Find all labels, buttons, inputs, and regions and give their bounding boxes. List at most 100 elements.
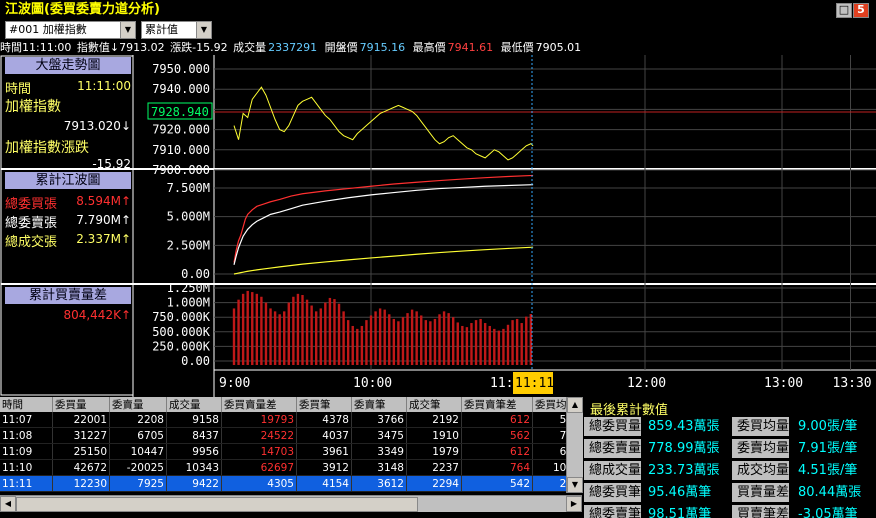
diff-bar — [420, 315, 423, 365]
diff-bar — [296, 293, 300, 365]
table-cell: 14703 — [221, 443, 297, 460]
column-header[interactable]: 成交筆 — [406, 397, 462, 412]
column-header[interactable]: 委賣筆 — [351, 397, 407, 412]
y-tick-label: 7.500M — [167, 181, 210, 195]
column-header[interactable]: 委買均 — [532, 397, 566, 412]
diff-bar — [351, 325, 354, 365]
chevron-down-icon[interactable]: ▼ — [196, 22, 211, 38]
index-line — [233, 86, 534, 161]
summary-label: 總委買量 — [584, 417, 641, 436]
table-cell: 1979 — [406, 443, 462, 460]
table-row[interactable]: 11:09 25150 10447 9956 14703 3961 3349 1979 612 6… — [0, 443, 566, 460]
total-sell-line — [233, 184, 534, 265]
diff-bar — [255, 293, 259, 365]
diff-bar — [378, 308, 382, 365]
column-header[interactable]: 委買賣量差 — [221, 397, 297, 412]
table-cell: 2294 — [406, 475, 462, 492]
table-cell: -20025 — [109, 459, 167, 476]
diff-bar — [438, 314, 441, 365]
title-bar: 江波圖(委買委賣力道分析) □ 5 — [0, 0, 876, 19]
column-header[interactable]: 委買筆 — [296, 397, 352, 412]
chevron-down-icon[interactable]: ▼ — [120, 22, 135, 38]
scroll-up-icon[interactable]: ▲ — [567, 397, 583, 413]
diff-bar — [479, 318, 482, 365]
diff-bar — [260, 296, 263, 365]
diff-bar — [497, 330, 501, 365]
summary-panel: 最後累計數值 總委買量 859.43萬張 委買均量 9.00張/筆 總委賣量 778.99… — [584, 397, 876, 518]
summary-value: 778.99萬張 — [648, 441, 720, 456]
diff-bar — [328, 297, 332, 365]
table-cell: 3612 — [351, 475, 407, 492]
table-row[interactable]: 11:10 42672 -20025 10343 62697 3912 3148 2237 76… — [0, 459, 566, 476]
x-tick-label: 9:00 — [219, 376, 250, 391]
table-cell: 612 — [461, 412, 533, 428]
table-row[interactable]: 11:072200122089158197934378376621926125.… — [0, 412, 566, 428]
summary-value: 7.91張/筆 — [798, 441, 858, 456]
diff-bar — [502, 328, 505, 365]
diff-bar — [346, 320, 350, 365]
column-header[interactable]: 時間 — [0, 397, 53, 412]
diff-bar — [511, 320, 514, 365]
diff-bar — [397, 321, 400, 365]
summary-value: 95.46萬筆 — [648, 485, 712, 500]
scroll-right-icon[interactable]: ▶ — [566, 496, 582, 512]
column-header[interactable]: 成交量 — [166, 397, 222, 412]
diff-bar — [442, 311, 446, 365]
symbol-select[interactable]: #001 加權指數 ▼ — [5, 21, 136, 39]
summary-label: 成交均量 — [732, 461, 789, 480]
restore-button[interactable]: □ — [836, 3, 852, 18]
diff-bar — [374, 311, 377, 365]
diff-bar — [241, 293, 245, 365]
info-low-label: 最低價 — [500, 41, 534, 54]
diff-bar — [301, 295, 304, 365]
diff-bar — [392, 318, 396, 365]
table-cell: 10343 — [166, 459, 222, 476]
table-cell: 9422 — [166, 475, 222, 492]
diff-bar — [269, 308, 272, 365]
scroll-thumb[interactable] — [16, 497, 418, 512]
column-header[interactable]: 委買賣筆差 — [461, 397, 533, 412]
table-row[interactable]: 11:083122767058437245224037347519105627.… — [0, 427, 566, 444]
y-tick-label: 7900.000 — [152, 163, 210, 177]
y-tick-label: 7920.000 — [152, 123, 210, 137]
table-cell: 10447 — [109, 443, 167, 460]
diff-bar — [410, 309, 414, 365]
table-horizontal-scrollbar[interactable]: ◀ ▶ — [0, 495, 582, 512]
column-header[interactable]: 委賣量 — [109, 397, 167, 412]
scroll-left-icon[interactable]: ◀ — [0, 496, 16, 512]
summary-label: 總委賣量 — [584, 439, 641, 458]
app-badge-button[interactable]: 5 — [853, 3, 869, 18]
info-index: 指數值↓7913.02 — [76, 41, 165, 54]
diff-bar — [383, 309, 386, 365]
diff-bar — [337, 303, 341, 365]
y-tick-label: 5.000M — [167, 210, 210, 224]
table-cell: 24522 — [221, 427, 297, 444]
info-high: 7941.61 — [447, 41, 494, 54]
info-open: 7915.16 — [359, 41, 406, 54]
diff-bar — [433, 318, 437, 365]
scroll-down-icon[interactable]: ▼ — [567, 477, 583, 493]
y-tick-label: 1.250M — [167, 281, 210, 295]
info-open-label: 開盤價 — [324, 41, 358, 54]
diff-bar — [406, 313, 409, 365]
diff-bar — [474, 320, 478, 365]
table-cell: 7925 — [109, 475, 167, 492]
mode-select[interactable]: 累計值 ▼ — [141, 21, 212, 39]
table-cell: 8437 — [166, 427, 222, 444]
table-cell: 19793 — [221, 412, 297, 428]
y-tick-label: 250.000K — [152, 339, 211, 353]
table-vertical-scrollbar[interactable]: ▲ ▼ — [566, 397, 583, 493]
summary-label: 總委賣筆 — [584, 505, 641, 518]
table-row[interactable]: 11:11122307925942243054154361222945422.9… — [0, 475, 566, 492]
summary-value: 9.00張/筆 — [798, 419, 858, 434]
table-cell: 764 — [461, 459, 533, 476]
diff-bar — [278, 314, 281, 365]
diff-bar — [447, 313, 450, 365]
table-cell: 9956 — [166, 443, 222, 460]
diff-bar — [483, 323, 487, 365]
table-cell: 3349 — [351, 443, 407, 460]
table-cell: 11:10 — [0, 459, 53, 476]
diff-bar — [310, 305, 313, 365]
column-header[interactable]: 委買量 — [52, 397, 110, 412]
y-tick-label: 7910.000 — [152, 143, 210, 157]
